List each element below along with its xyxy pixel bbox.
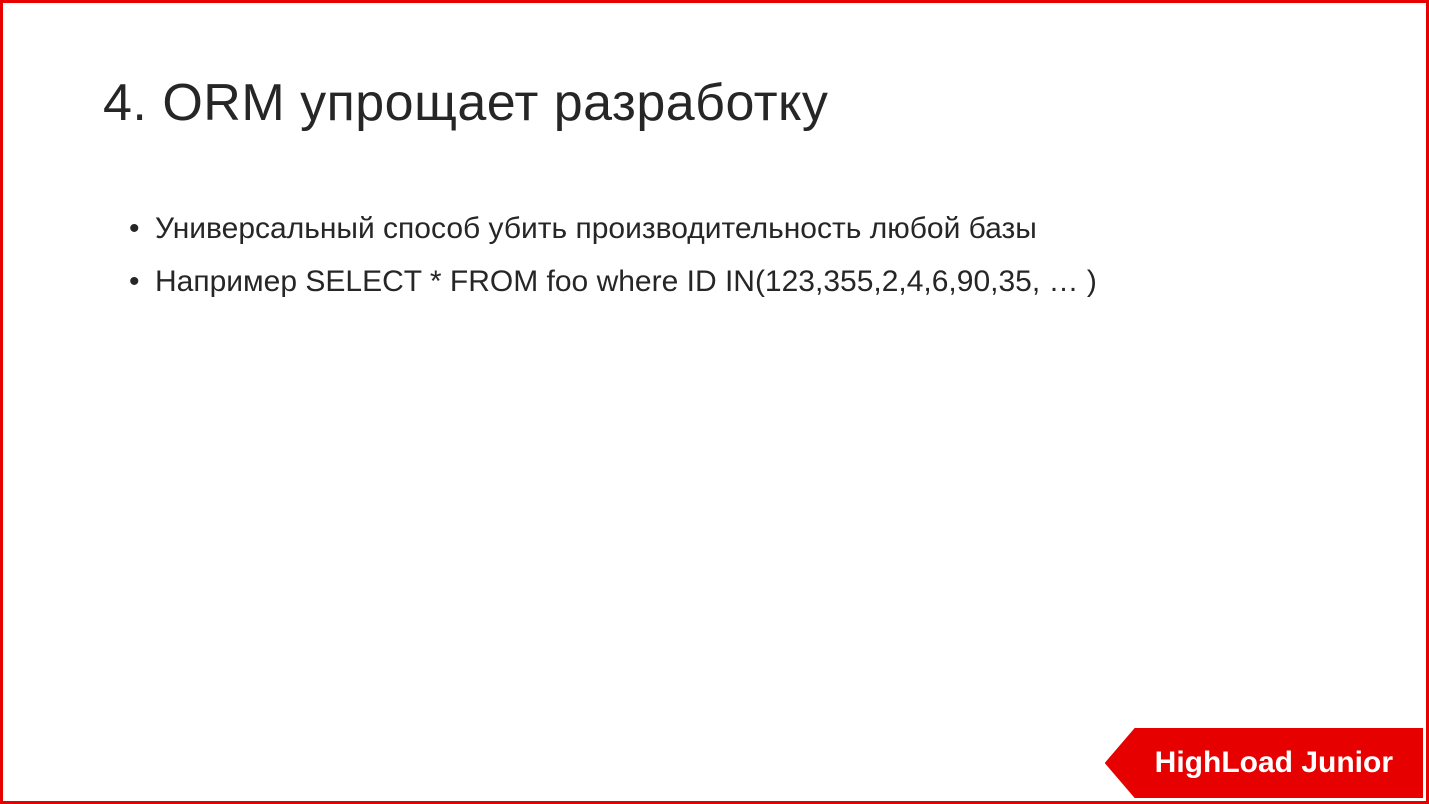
bullet-list: Универсальный способ убить производитель… <box>103 203 1326 308</box>
bullet-item: Например SELECT * FROM foo where ID IN(1… <box>133 256 1326 309</box>
slide-title: 4. ORM упрощает разработку <box>103 73 1326 133</box>
highload-junior-logo: HighLoad Junior <box>1105 728 1423 798</box>
presentation-slide: 4. ORM упрощает разработку Универсальный… <box>0 0 1429 804</box>
bullet-item: Универсальный способ убить производитель… <box>133 203 1326 256</box>
logo-text: HighLoad Junior <box>1155 746 1393 779</box>
